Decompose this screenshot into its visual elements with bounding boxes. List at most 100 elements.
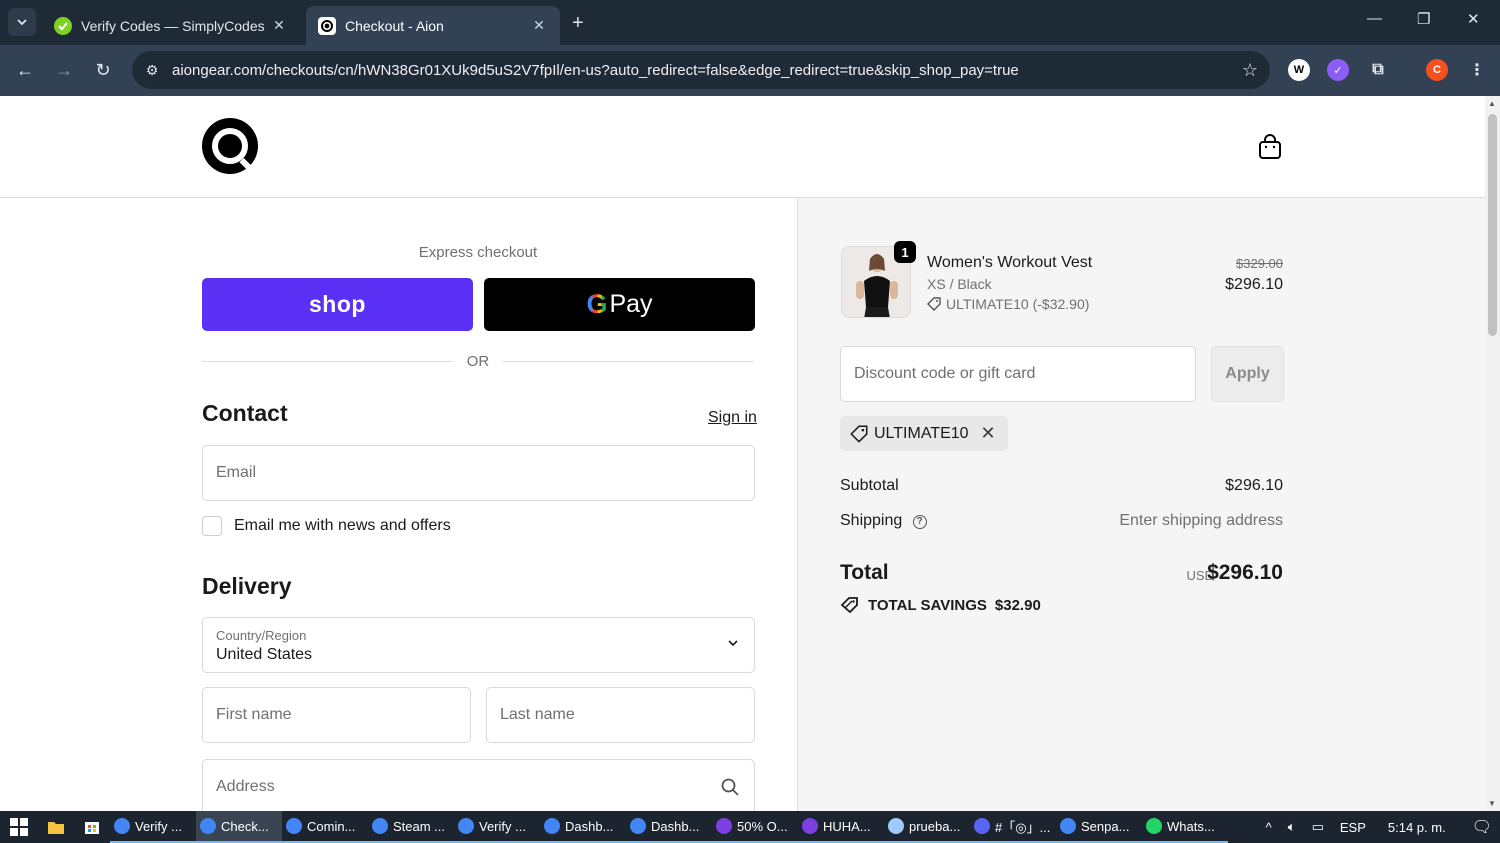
network-icon[interactable]: ▭ bbox=[1312, 819, 1324, 835]
taskbar-app[interactable]: Whats... bbox=[1142, 811, 1228, 843]
google-pay-button[interactable]: G Pay bbox=[484, 278, 755, 331]
site-info-icon[interactable]: ⚙ bbox=[132, 62, 172, 79]
tab-checkout-aion[interactable]: Checkout - Aion ✕ bbox=[306, 6, 560, 45]
taskbar-app[interactable]: Verify ... bbox=[110, 811, 196, 843]
newsletter-option[interactable]: Email me with news and offers bbox=[202, 516, 451, 536]
taskbar-app[interactable]: Dashb... bbox=[626, 811, 712, 843]
applied-discount-chip: ULTIMATE10 ✕ bbox=[840, 416, 1008, 451]
last-name-input[interactable] bbox=[487, 688, 754, 742]
tray-chevron-icon[interactable]: ^ bbox=[1266, 820, 1272, 835]
minimize-icon[interactable]: — bbox=[1367, 10, 1382, 27]
forward-icon[interactable]: → bbox=[53, 59, 75, 81]
taskbar-app-label: Verify ... bbox=[479, 818, 526, 834]
close-window-icon[interactable]: ✕ bbox=[1467, 10, 1480, 28]
taskbar-app[interactable]: #「◎」... bbox=[970, 811, 1056, 843]
product-discount: ULTIMATE10 (-$32.90) bbox=[927, 296, 1089, 312]
aion-favicon-icon bbox=[318, 16, 336, 35]
product-name: Women's Workout Vest bbox=[927, 254, 1093, 271]
extensions-puzzle-icon[interactable]: ⧉ bbox=[1367, 59, 1389, 81]
taskbar-app[interactable]: 50% O... bbox=[712, 811, 798, 843]
email-input[interactable] bbox=[203, 446, 754, 500]
taskbar-app[interactable]: Dashb... bbox=[540, 811, 626, 843]
help-icon[interactable]: ? bbox=[912, 514, 927, 529]
app-icon bbox=[1060, 818, 1076, 834]
new-tab-icon[interactable]: + bbox=[572, 12, 584, 35]
first-name-field[interactable] bbox=[202, 687, 471, 743]
tab-title: Checkout - Aion bbox=[345, 17, 444, 34]
quantity-badge: 1 bbox=[894, 241, 916, 263]
product-discount-text: ULTIMATE10 (-$32.90) bbox=[946, 296, 1090, 312]
app-icon bbox=[802, 818, 818, 834]
total-label: Total bbox=[840, 561, 889, 584]
aion-logo[interactable] bbox=[202, 118, 258, 174]
product-price: $296.10 bbox=[1225, 276, 1283, 293]
file-explorer-icon[interactable] bbox=[38, 811, 74, 843]
sign-in-link[interactable]: Sign in bbox=[708, 409, 757, 427]
taskbar-app[interactable]: HUHA... bbox=[798, 811, 884, 843]
page-scrollbar[interactable]: ▲ ▼ bbox=[1485, 96, 1500, 811]
taskbar-app-label: Steam ... bbox=[393, 818, 446, 834]
country-value: United States bbox=[216, 646, 313, 663]
app-icon bbox=[114, 818, 130, 834]
scrollbar-thumb[interactable] bbox=[1488, 114, 1497, 336]
taskbar-app-label: #「◎」... bbox=[995, 819, 1051, 835]
product-variant: XS / Black bbox=[927, 276, 992, 292]
shop-pay-button[interactable]: shop bbox=[202, 278, 473, 331]
windows-start-icon[interactable] bbox=[0, 811, 38, 843]
back-icon[interactable]: ← bbox=[14, 59, 36, 81]
newsletter-checkbox[interactable] bbox=[202, 516, 222, 536]
last-name-field[interactable] bbox=[486, 687, 755, 743]
app-icon bbox=[544, 818, 560, 834]
store-icon[interactable] bbox=[74, 811, 110, 843]
extension-purple-icon[interactable]: ✓ bbox=[1327, 59, 1349, 81]
taskbar-app[interactable]: prueba... bbox=[884, 811, 970, 843]
notifications-icon[interactable]: 🗨︎ bbox=[1472, 817, 1492, 837]
language-indicator[interactable]: ESP bbox=[1340, 820, 1366, 835]
app-icon bbox=[1146, 818, 1162, 834]
chevron-down-icon bbox=[728, 640, 738, 647]
browser-menu-icon[interactable]: ⋮ bbox=[1466, 59, 1488, 81]
checkout-page: Express checkout shop G Pay OR Contact Si… bbox=[0, 96, 1485, 811]
shopping-bag-icon[interactable] bbox=[1258, 134, 1282, 160]
first-name-input[interactable] bbox=[203, 688, 470, 742]
bookmark-star-icon[interactable]: ☆ bbox=[1230, 60, 1270, 81]
taskbar-app[interactable]: Comin... bbox=[282, 811, 368, 843]
volume-icon[interactable]: 🔈︎ bbox=[1288, 819, 1296, 835]
taskbar-app[interactable]: Senpa... bbox=[1056, 811, 1142, 843]
profile-avatar[interactable]: C bbox=[1426, 59, 1448, 81]
taskbar-app-label: Whats... bbox=[1167, 818, 1215, 834]
address-bar[interactable]: ⚙ aiongear.com/checkouts/cn/hWN38Gr01XUk… bbox=[132, 51, 1270, 89]
extension-w-icon[interactable]: W bbox=[1288, 59, 1310, 81]
discount-code-input[interactable] bbox=[841, 347, 1195, 401]
taskbar-app[interactable]: Verify ... bbox=[454, 811, 540, 843]
reload-icon[interactable]: ↻ bbox=[92, 59, 114, 81]
tab-close-icon[interactable]: ✕ bbox=[270, 17, 288, 34]
taskbar-app[interactable]: Steam ... bbox=[368, 811, 454, 843]
clock[interactable]: 5:14 p. m. bbox=[1388, 820, 1446, 835]
country-select[interactable]: Country/Region United States bbox=[202, 617, 755, 673]
url-text[interactable]: aiongear.com/checkouts/cn/hWN38Gr01XUk9d… bbox=[172, 62, 1230, 79]
tab-title: Verify Codes — SimplyCodes bbox=[81, 17, 265, 34]
subtotal-label: Subtotal bbox=[840, 477, 899, 494]
address-input[interactable] bbox=[203, 760, 754, 811]
tag-icon bbox=[927, 297, 941, 311]
scroll-down-icon[interactable]: ▼ bbox=[1488, 799, 1496, 808]
taskbar-app-label: Dashb... bbox=[565, 818, 614, 834]
system-tray: ^ 🔈︎ ▭ ESP 5:14 p. m. 🗨︎ bbox=[1258, 811, 1500, 843]
address-field[interactable] bbox=[202, 759, 755, 811]
tab-search-button[interactable] bbox=[8, 8, 36, 36]
discount-code-field[interactable] bbox=[840, 346, 1196, 402]
taskbar-app-label: Verify ... bbox=[135, 818, 182, 834]
shipping-label: Shipping bbox=[840, 512, 903, 529]
restore-icon[interactable]: ❐ bbox=[1417, 10, 1430, 28]
tab-simplycodes[interactable]: Verify Codes — SimplyCodes ✕ bbox=[42, 6, 300, 45]
email-field[interactable] bbox=[202, 445, 755, 501]
savings-tag-icon bbox=[840, 597, 858, 614]
remove-code-icon[interactable]: ✕ bbox=[981, 423, 996, 444]
shop-pay-label: shop bbox=[309, 291, 366, 317]
tag-icon bbox=[850, 425, 868, 443]
tab-close-icon[interactable]: ✕ bbox=[530, 17, 548, 34]
scroll-up-icon[interactable]: ▲ bbox=[1488, 99, 1496, 108]
taskbar-app[interactable]: Check... bbox=[196, 811, 282, 843]
apply-discount-button[interactable]: Apply bbox=[1211, 346, 1284, 402]
